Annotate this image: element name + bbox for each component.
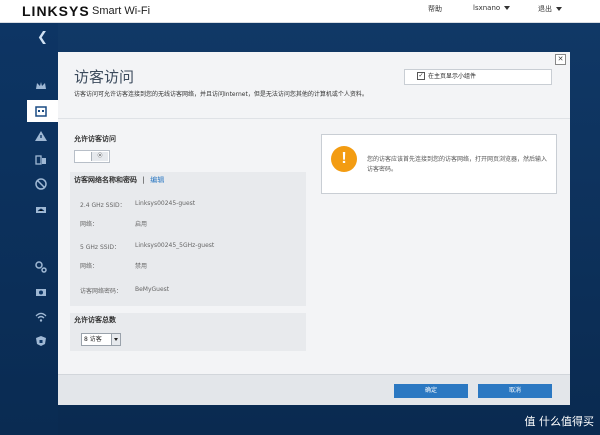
logout-menu[interactable]: 退出 xyxy=(538,4,562,14)
ssid5-value: Linksys00245_5GHz-guest xyxy=(135,242,215,249)
shield-icon[interactable] xyxy=(34,334,48,348)
allow-guest-label: 允许访客访问 xyxy=(74,135,116,143)
warning-icon: ! xyxy=(331,146,357,172)
guest-access-toggle[interactable]: ⦿ xyxy=(74,150,110,163)
camera-icon[interactable] xyxy=(34,285,48,299)
logout-label: 退出 xyxy=(538,5,552,13)
back-chevron-icon[interactable]: ❮ xyxy=(37,30,48,45)
network5-value: 禁用 xyxy=(135,263,148,270)
wifi-icon[interactable] xyxy=(34,310,48,324)
sidebar: ❮ xyxy=(0,23,58,435)
gear-icon[interactable] xyxy=(34,260,48,274)
ok-button[interactable]: 确定 xyxy=(394,384,468,398)
user-name: lsxnano xyxy=(473,4,501,12)
notice-text: 您的访客应该首先连接到您的访客网络，打开网页浏览器，然后输入访客密码。 xyxy=(367,156,548,173)
total-guests-select[interactable]: 8 访客 xyxy=(81,333,121,346)
separator: | xyxy=(142,176,145,184)
network24-label: 网络： xyxy=(80,221,99,228)
chevron-down-icon xyxy=(504,6,511,10)
network-section-title: 访客网络名称和密码 | 编辑 xyxy=(74,175,164,185)
top-header: LINKSYS Smart Wi-Fi 帮助 lsxnano 退出 xyxy=(0,0,600,23)
total-guests-label: 允许访客总数 xyxy=(74,316,116,324)
ssid24-label: 2.4 GHz SSID： xyxy=(80,202,126,209)
password-value: BeMyGuest xyxy=(135,286,170,293)
dialog-footer: 确定 取消 xyxy=(58,374,570,405)
product-name: Smart Wi-Fi xyxy=(92,5,151,17)
calendar-icon xyxy=(35,106,47,117)
guest-access-dialog: ✕ 访客访问 访客访问可允许访客连接到您的无线访客网络，并且访问Internet… xyxy=(58,52,570,405)
page-title: 访客访问 xyxy=(74,68,135,86)
edit-link[interactable]: 编辑 xyxy=(150,176,164,184)
chevron-down-icon xyxy=(111,334,120,345)
devices-icon[interactable] xyxy=(34,153,48,167)
block-icon[interactable] xyxy=(34,177,48,191)
network-section-title-text: 访客网络名称和密码 xyxy=(74,176,137,184)
password-label: 访客网络密码： xyxy=(80,288,123,295)
page-description: 访客访问可允许访客连接到您的无线访客网络，并且访问Internet，但是无法访问… xyxy=(74,91,368,98)
linksys-logo: LINKSYS xyxy=(22,3,90,19)
total-guests-value: 8 访客 xyxy=(84,336,102,343)
network24-value: 启用 xyxy=(135,221,148,228)
chevron-down-icon xyxy=(556,7,562,11)
show-widget-label: 在主页显示小组件 xyxy=(428,73,477,80)
speed-icon[interactable] xyxy=(34,203,48,217)
guest-notice-box: ! 您的访客应该首先连接到您的访客网络，打开网页浏览器，然后输入访客密码。 xyxy=(321,134,557,194)
cancel-button[interactable]: 取消 xyxy=(478,384,552,398)
network5-label: 网络： xyxy=(80,263,99,270)
watermark: 值 什么值得买 xyxy=(525,413,595,429)
ssid24-value: Linksys00245-guest xyxy=(135,200,196,207)
close-icon[interactable]: ✕ xyxy=(555,54,566,65)
toggle-knob: ⦿ xyxy=(91,152,108,161)
show-widget-checkbox[interactable]: ✓ 在主页显示小组件 xyxy=(404,69,552,85)
help-link[interactable]: 帮助 xyxy=(428,4,442,14)
checkmark-icon: ✓ xyxy=(417,71,425,80)
user-menu[interactable]: lsxnano xyxy=(473,4,511,12)
divider xyxy=(58,118,570,119)
ssid5-label: 5 GHz SSID： xyxy=(80,244,120,251)
watermark-text: 值 什么值得买 xyxy=(524,415,595,428)
warning-icon[interactable] xyxy=(34,129,48,143)
crown-icon[interactable] xyxy=(34,79,48,93)
